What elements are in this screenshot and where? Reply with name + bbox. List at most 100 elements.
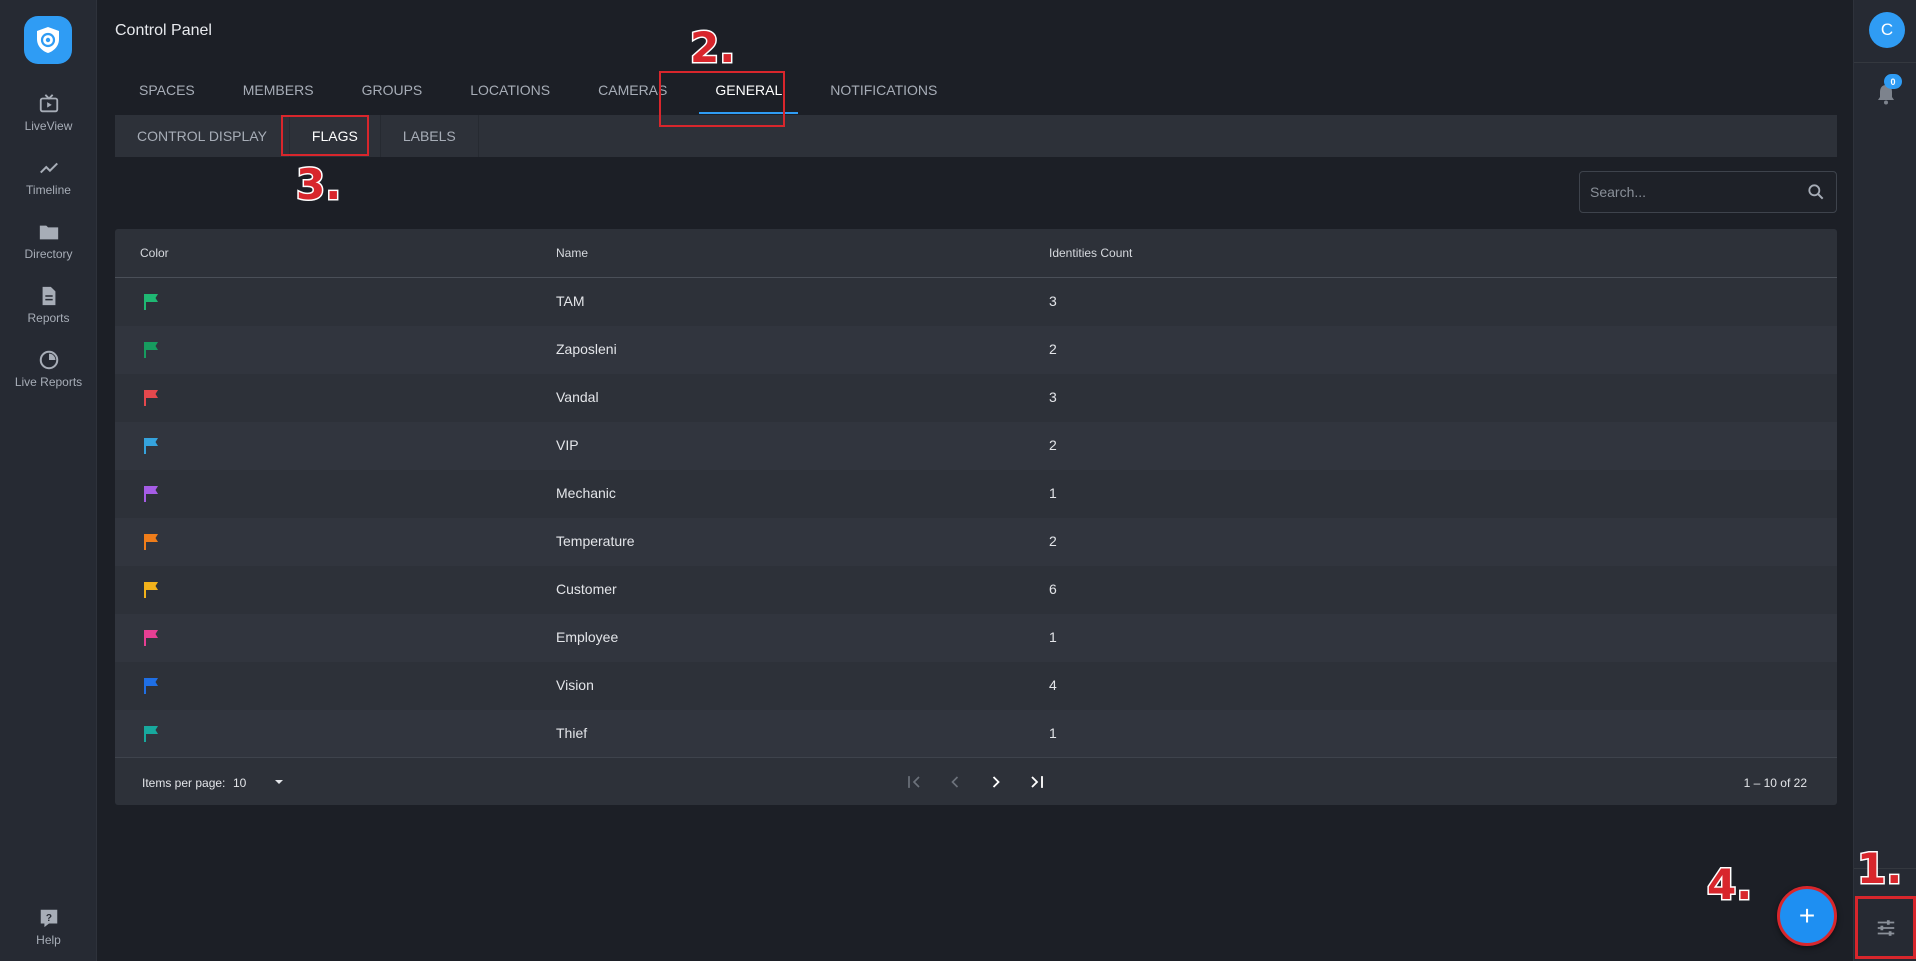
- flag-name: Thief: [556, 725, 588, 741]
- shield-icon: [37, 27, 59, 53]
- right-rail: C 0: [1853, 0, 1916, 961]
- flag-name: Employee: [556, 629, 619, 645]
- tab-notifications[interactable]: NOTIFICATIONS: [806, 72, 961, 118]
- subtab-control-display[interactable]: CONTROL DISPLAY: [115, 115, 290, 157]
- table-row[interactable]: Temperature 2: [115, 518, 1837, 566]
- avatar[interactable]: C: [1869, 12, 1905, 48]
- flag-icon: [144, 342, 158, 358]
- column-header-identities-count[interactable]: Identities Count: [1049, 246, 1132, 260]
- caret-down-icon: [275, 780, 283, 784]
- page-range: 1 – 10 of 22: [1743, 776, 1807, 790]
- last-page-button[interactable]: [1023, 768, 1051, 796]
- search-box: [1579, 171, 1837, 213]
- table-header: Color Name Identities Count: [115, 229, 1837, 278]
- paginator: Items per page: 10 1 – 10 of 22: [115, 757, 1837, 805]
- sidebar-item-reports[interactable]: Reports: [0, 285, 97, 325]
- sidebar-item-help[interactable]: ? Help: [0, 907, 97, 947]
- identities-count: 1: [1049, 485, 1057, 501]
- control-panel-button[interactable]: [1855, 896, 1916, 959]
- folder-icon: [39, 225, 58, 240]
- items-per-page-select[interactable]: 10: [233, 770, 293, 794]
- sidebar-item-directory[interactable]: Directory: [0, 221, 97, 261]
- tab-spaces[interactable]: SPACES: [115, 72, 219, 118]
- flag-icon: [144, 582, 158, 598]
- sidebar-item-label: Timeline: [26, 183, 71, 197]
- identities-count: 1: [1049, 725, 1057, 741]
- sidebar-item-label: Live Reports: [14, 375, 83, 389]
- sidebar-item-label: Reports: [27, 311, 70, 325]
- flag-icon: [144, 630, 158, 646]
- items-per-page-value: 10: [233, 776, 247, 790]
- highlight-box-flags: [281, 115, 369, 156]
- flag-name: Vision: [556, 677, 594, 693]
- sidebar-item-live-reports[interactable]: Live Reports: [0, 349, 97, 389]
- add-flag-button[interactable]: +: [1777, 886, 1837, 946]
- flags-table: Color Name Identities Count TAM 3 Zaposlen…: [115, 229, 1837, 805]
- app-logo[interactable]: [24, 16, 72, 64]
- table-row[interactable]: Employee 1: [115, 614, 1837, 662]
- identities-count: 4: [1049, 677, 1057, 693]
- flag-icon: [144, 678, 158, 694]
- first-page-icon: [908, 776, 920, 788]
- table-row[interactable]: Customer 6: [115, 566, 1837, 614]
- search-input[interactable]: [1590, 172, 1800, 212]
- table-row[interactable]: Mechanic 1: [115, 470, 1837, 518]
- column-header-name[interactable]: Name: [556, 246, 588, 260]
- sidebar-item-label: LiveView: [24, 119, 73, 133]
- sidebar-item-liveview[interactable]: LiveView: [0, 93, 97, 133]
- flag-icon: [144, 486, 158, 502]
- flag-icon: [144, 534, 158, 550]
- chevron-right-icon: [992, 776, 1000, 788]
- annotation-step-3: 3.: [294, 160, 342, 209]
- search-icon[interactable]: [1806, 182, 1826, 202]
- document-icon: [42, 286, 55, 306]
- identities-count: 6: [1049, 581, 1057, 597]
- flag-icon: [144, 438, 158, 454]
- identities-count: 2: [1049, 341, 1057, 357]
- page-title: Control Panel: [115, 22, 212, 39]
- subtab-labels[interactable]: LABELS: [381, 115, 479, 157]
- flag-name: Temperature: [556, 533, 635, 549]
- identities-count: 3: [1049, 293, 1057, 309]
- identities-count: 1: [1049, 629, 1057, 645]
- tab-members[interactable]: MEMBERS: [219, 72, 338, 118]
- table-row[interactable]: VIP 2: [115, 422, 1837, 470]
- table-row[interactable]: Vision 4: [115, 662, 1837, 710]
- main-tabs: SPACES MEMBERS GROUPS LOCATIONS CAMERAS …: [115, 72, 961, 118]
- table-row[interactable]: Thief 1: [115, 710, 1837, 758]
- sidebar-item-label: Directory: [24, 247, 73, 261]
- plus-icon: +: [1798, 900, 1816, 931]
- flag-name: TAM: [556, 293, 585, 309]
- table-row[interactable]: TAM 3: [115, 278, 1837, 326]
- identities-count: 2: [1049, 533, 1057, 549]
- table-row[interactable]: Vandal 3: [115, 374, 1837, 422]
- next-page-button[interactable]: [982, 768, 1010, 796]
- identities-count: 2: [1049, 437, 1057, 453]
- identities-count: 3: [1049, 389, 1057, 405]
- tab-locations[interactable]: LOCATIONS: [446, 72, 574, 118]
- trend-icon: [39, 162, 58, 174]
- flag-name: Vandal: [556, 389, 599, 405]
- flag-name: Customer: [556, 581, 617, 597]
- flag-name: Zaposleni: [556, 341, 617, 357]
- sub-tabs: CONTROL DISPLAY FLAGS LABELS: [115, 115, 1837, 157]
- annotation-step-1: 1.: [1855, 844, 1903, 893]
- tab-groups[interactable]: GROUPS: [338, 72, 447, 118]
- sidebar-item-timeline[interactable]: Timeline: [0, 157, 97, 197]
- pie-icon: [39, 350, 58, 370]
- notification-badge: 0: [1884, 74, 1902, 89]
- highlight-box-general: [659, 71, 785, 127]
- divider: [1854, 62, 1916, 63]
- chevron-left-icon: [951, 776, 959, 788]
- flag-name: Mechanic: [556, 485, 616, 501]
- annotation-step-4: 4.: [1705, 860, 1753, 909]
- table-row[interactable]: Zaposleni 2: [115, 326, 1837, 374]
- first-page-button[interactable]: [900, 768, 928, 796]
- previous-page-button[interactable]: [941, 768, 969, 796]
- flag-icon: [144, 726, 158, 742]
- sliders-icon: [1877, 919, 1894, 936]
- help-icon: ?: [40, 909, 57, 928]
- tv-icon: [39, 94, 58, 113]
- last-page-icon: [1031, 776, 1043, 788]
- column-header-color[interactable]: Color: [140, 246, 169, 260]
